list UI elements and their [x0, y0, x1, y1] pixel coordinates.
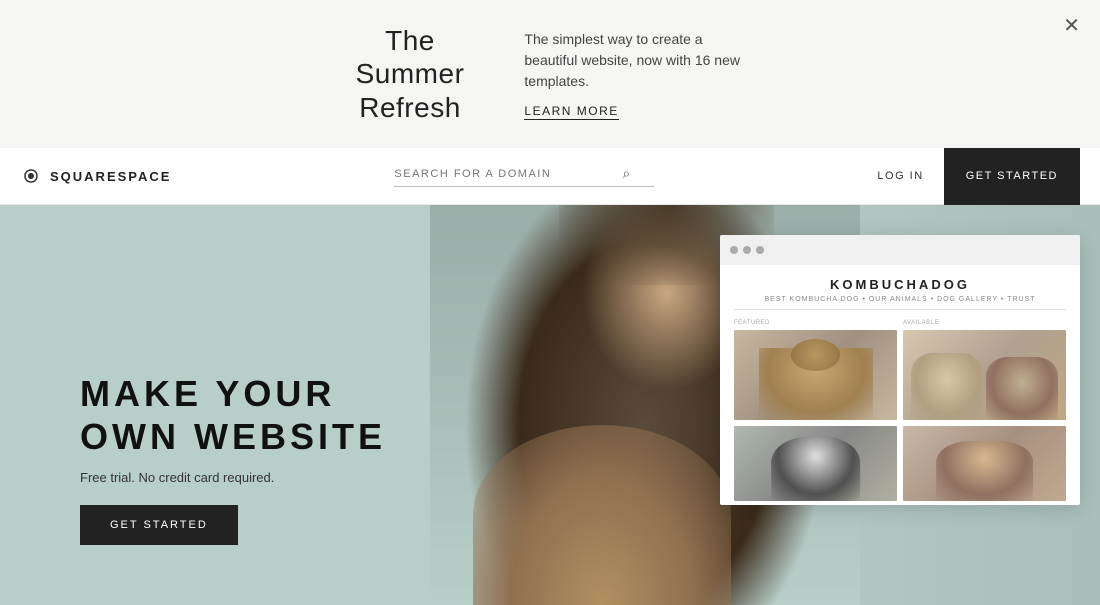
- brand-name: SQUARESPACE: [50, 169, 171, 184]
- window-dot-1: [730, 246, 738, 254]
- squarespace-logo-icon: [20, 165, 42, 187]
- card-dog-image-3: [734, 426, 897, 501]
- card-dog-image-4: [903, 426, 1066, 501]
- banner-description: The simplest way to create a beautiful w…: [524, 29, 744, 92]
- banner-content: TheSummerRefresh The simplest way to cre…: [356, 24, 745, 125]
- navbar: SQUARESPACE ⌕ LOG IN GET STARTED: [0, 148, 1100, 205]
- banner-text-block: The simplest way to create a beautiful w…: [524, 29, 744, 120]
- nav-right: LOG IN GET STARTED: [877, 148, 1080, 205]
- headline-line1: MAKE YOUR: [80, 373, 335, 414]
- hero-subline: Free trial. No credit card required.: [80, 470, 386, 485]
- hero-headline: MAKE YOUR OWN WEBSITE: [80, 372, 386, 458]
- card-dog-image-1: [734, 330, 897, 420]
- card-dog-image-2: [903, 330, 1066, 420]
- hero-content: MAKE YOUR OWN WEBSITE Free trial. No cre…: [80, 372, 386, 545]
- logo-area: SQUARESPACE: [20, 165, 171, 187]
- search-icon[interactable]: ⌕: [622, 165, 630, 182]
- learn-more-link[interactable]: LEARN MORE: [524, 104, 618, 120]
- card-image-grid: [734, 330, 1066, 501]
- window-dot-2: [743, 246, 751, 254]
- card-titlebar: [720, 235, 1080, 265]
- website-preview-card: KOMBUCHADOG Best Kombucha Dog • Our Anim…: [720, 235, 1080, 505]
- close-banner-button[interactable]: ✕: [1063, 16, 1080, 36]
- window-dot-3: [756, 246, 764, 254]
- get-started-button[interactable]: GET STARTED: [944, 148, 1080, 205]
- card-section-label-1: FEATURED: [734, 320, 897, 326]
- card-section-label-2: AVAILABLE: [903, 320, 1066, 326]
- card-section-labels: FEATURED AVAILABLE: [734, 320, 1066, 326]
- headline-line2: OWN WEBSITE: [80, 416, 386, 457]
- banner-title: TheSummerRefresh: [356, 24, 465, 125]
- card-body: KOMBUCHADOG Best Kombucha Dog • Our Anim…: [720, 265, 1080, 505]
- card-tagline: Best Kombucha Dog • Our Animals • Dog Ga…: [734, 296, 1066, 310]
- search-area[interactable]: ⌕: [394, 165, 654, 187]
- search-input[interactable]: [394, 168, 614, 180]
- log-in-button[interactable]: LOG IN: [877, 170, 923, 182]
- hero-section: MAKE YOUR OWN WEBSITE Free trial. No cre…: [0, 205, 1100, 605]
- card-brand: KOMBUCHADOG: [734, 277, 1066, 292]
- promo-banner: TheSummerRefresh The simplest way to cre…: [0, 0, 1100, 148]
- hero-cta-button[interactable]: GET STARTED: [80, 505, 238, 545]
